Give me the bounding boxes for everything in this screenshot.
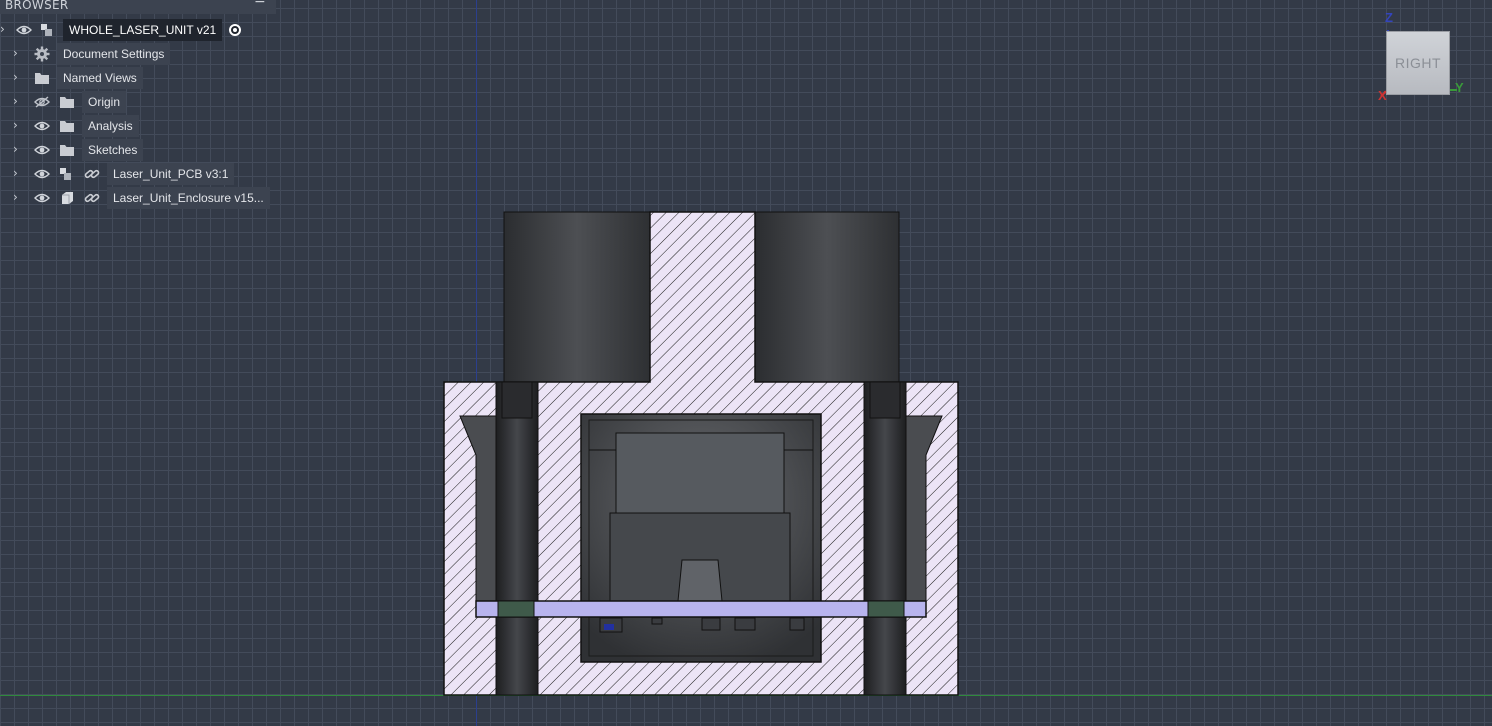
browser-item-laser-unit-pcb[interactable]: › Laser_Unit_PCB v3:1 [0,163,245,185]
folder-icon [60,121,74,132]
pcb-component [651,617,663,625]
expand-arrow-icon[interactable]: › [0,22,5,36]
viewcube-face-right[interactable]: RIGHT [1386,31,1450,95]
browser-header[interactable]: BROWSER − [0,0,276,14]
folder-icon [60,145,74,156]
browser-item-label: Laser_Unit_PCB v3:1 [107,163,235,185]
pcb-post-contact-right [867,600,905,618]
browser-item-label: Analysis [82,115,139,137]
browser-item-label: Laser_Unit_Enclosure v15... [107,187,270,209]
browser-item-laser-unit-enclosure[interactable]: › Laser_Unit_Enclosure v15... [0,187,276,209]
expand-arrow-icon[interactable]: › [13,190,18,204]
component-icon [60,168,71,180]
eye-icon[interactable] [16,24,32,36]
browser-title: BROWSER [5,0,69,12]
expand-arrow-icon[interactable]: › [13,166,18,180]
eye-icon[interactable] [34,120,50,132]
browser-item-label: Document Settings [57,43,171,65]
expand-arrow-icon[interactable]: › [13,142,18,156]
folder-icon [35,73,49,84]
link-icon [84,169,100,179]
expand-arrow-icon[interactable]: › [13,118,18,132]
link-icon [84,193,100,203]
browser-item-origin[interactable]: › Origin [0,91,140,113]
pcb-component [789,617,805,631]
browser-item-label: Sketches [82,139,144,161]
viewcube-axis-y-label: Y [1455,80,1464,95]
browser-item-document-settings[interactable]: › Document Settings [0,43,190,65]
expand-arrow-icon[interactable]: › [13,70,18,84]
viewcube-axis-z-label: Z [1385,10,1393,25]
laser-module-top [615,432,785,514]
eye-icon[interactable] [34,144,50,156]
eye-icon[interactable] [34,168,50,180]
left-post-top [501,381,533,419]
model-section-view[interactable] [430,200,975,710]
expand-arrow-icon[interactable]: › [13,94,18,108]
eye-icon[interactable] [34,192,50,204]
body-icon [62,192,73,204]
component-icon [41,24,52,36]
eye-hidden-icon[interactable] [34,96,50,108]
root-component-label[interactable]: WHOLE_LASER_UNIT v21 [63,19,223,41]
browser-item-sketches[interactable]: › Sketches [0,139,150,161]
viewcube-axis-x-label: X [1378,88,1387,103]
activate-component-radio[interactable] [229,24,241,36]
pcb-component [701,617,721,631]
pcb-component [734,617,756,631]
browser-root-row[interactable]: › WHOLE_LASER_UNIT v21 [0,19,260,41]
browser-item-label: Named Views [57,67,143,89]
expand-arrow-icon[interactable]: › [13,46,18,60]
pcb-post-contact-left [497,600,535,618]
browser-item-label: Origin [82,91,127,113]
left-post [495,381,539,696]
right-top-cap [754,211,900,385]
gear-icon [34,46,50,62]
left-top-cap [503,211,651,385]
right-post-top [869,381,901,419]
pcb-component-detail [604,624,614,630]
folder-icon [60,97,74,108]
browser-collapse-button[interactable]: − [254,0,266,10]
right-post [863,381,907,696]
browser-item-named-views[interactable]: › Named Views [0,67,160,89]
browser-item-analysis[interactable]: › Analysis [0,115,150,137]
pcb-board [475,600,927,618]
laser-lens [677,559,723,602]
